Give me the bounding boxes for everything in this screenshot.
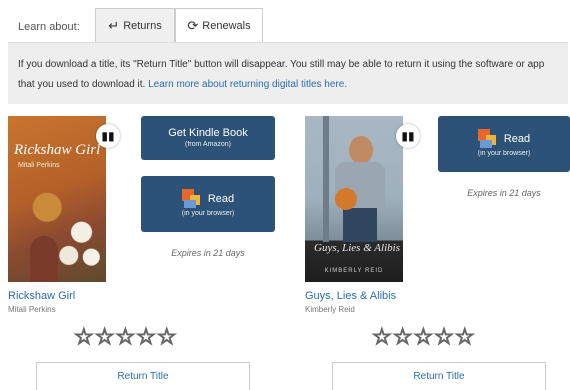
book-title-link[interactable]: Guys, Lies & Alibis [305,290,396,302]
read-in-browser-button[interactable]: Read (in your browser) [438,116,570,172]
book-cover-rickshaw-girl[interactable]: Rickshaw Girl Mitali Perkins [8,116,106,282]
read-button-sub: (in your browser) [181,210,235,217]
cover-author-text: KIMBERLY REID [324,268,384,274]
book-author: Kimberly Reid [305,305,355,314]
cover-illustration [335,188,357,210]
return-title-button[interactable]: Return Title [36,362,250,390]
book-icon: ▮▮ [396,124,420,148]
tab-renewals-label: Renewals [202,19,251,32]
read-button-sub: (in your browser) [477,150,531,157]
cover-author-text: Mitali Perkins [18,162,60,169]
cover-title-text: Rickshaw Girl [14,142,101,158]
expires-text: Expires in 21 days [171,248,245,258]
learn-about-bar: Learn about: ↵ Returns ⟳ Renewals [0,8,570,42]
return-title-button[interactable]: Return Title [332,362,546,390]
returns-notice: If you download a title, its "Return Tit… [8,42,568,104]
get-kindle-book-button[interactable]: Get Kindle Book (from Amazon) [141,116,275,160]
kindle-button-sub: (from Amazon) [185,140,231,148]
read-app-icon [477,129,498,149]
book-icon: ▮▮ [96,124,120,148]
tab-returns[interactable]: ↵ Returns [95,8,175,42]
book-title-link[interactable]: Rickshaw Girl [8,290,75,302]
star-rating[interactable]: ☆☆☆☆☆ [371,323,476,350]
book-author: Mitali Perkins [8,305,56,314]
return-arrow-icon: ↵ [108,17,120,33]
refresh-icon: ⟳ [187,17,199,33]
tab-renewals[interactable]: ⟳ Renewals [175,8,263,42]
learn-more-link[interactable]: Learn more about returning digital title… [148,79,347,90]
cover-illustration [323,116,329,242]
read-app-icon [181,189,202,209]
read-button-label: Read [207,192,235,205]
expires-text: Expires in 21 days [467,188,541,198]
rating-stars: ☆☆☆☆☆ [371,323,476,349]
cover-illustration [343,208,377,242]
book-cover-guys-lies-alibis[interactable]: Guys, Lies & Alibis KIMBERLY REID [305,116,403,282]
read-button-label: Read [503,132,531,145]
cover-illustration [30,236,58,282]
star-rating[interactable]: ☆☆☆☆☆ [73,323,178,350]
rating-stars: ☆☆☆☆☆ [73,323,178,349]
kindle-button-label: Get Kindle Book [168,126,248,139]
read-in-browser-button[interactable]: Read (in your browser) [141,176,275,232]
tab-returns-label: Returns [123,19,162,32]
cover-title-text: Guys, Lies & Alibis [314,242,400,254]
learn-about-label: Learn about: [18,21,80,33]
cover-illustration [349,136,373,164]
